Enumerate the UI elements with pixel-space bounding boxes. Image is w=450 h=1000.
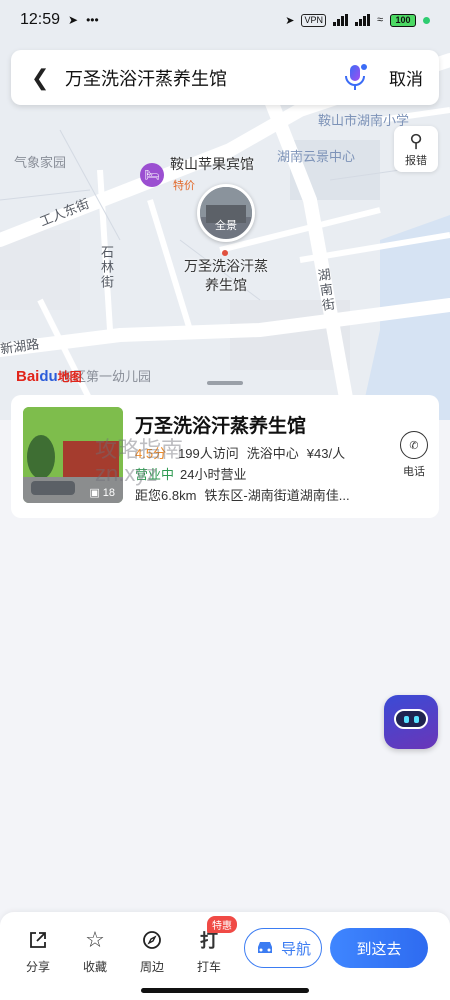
car-icon <box>257 942 272 953</box>
map-pin-x-icon: ⚲ <box>409 131 423 151</box>
taxi-button[interactable]: 打 打车 <box>187 928 231 975</box>
distance: 距您6.8km <box>135 488 197 503</box>
photo-count-value: 18 <box>102 486 115 499</box>
nearby-label: 周边 <box>139 960 164 974</box>
favorite-label: 收藏 <box>82 960 107 974</box>
photo-count: ▣ 18 <box>89 486 115 500</box>
panorama-marker[interactable]: 全景 <box>197 184 255 242</box>
poi-map-name[interactable]: 万圣洗浴汗蒸养生馆 <box>180 257 272 295</box>
share-button[interactable]: 分享 <box>16 928 60 975</box>
phone-icon: ✆ <box>400 431 428 459</box>
ai-assistant-icon[interactable] <box>384 695 438 749</box>
cancel-button[interactable]: 取消 <box>389 65 423 90</box>
location-dot-icon <box>222 250 228 256</box>
search-bar[interactable]: ❮ 万圣洗浴汗蒸养生馆 取消 <box>11 50 439 105</box>
go-here-label: 到这去 <box>356 940 402 958</box>
map-label-community: 湖南云景中心 <box>277 149 356 164</box>
hotel-poi-name[interactable]: 鞍山苹果宾馆 <box>170 154 254 174</box>
promo-badge: 特惠 <box>207 916 237 933</box>
more-icon: ••• <box>86 13 99 27</box>
signal-icon-2 <box>354 14 370 26</box>
logo-paw: du <box>39 368 58 385</box>
phone-button[interactable]: ✆ 电话 <box>396 431 432 479</box>
bottom-action-bar: 分享 ☆ 收藏 周边 打 打车 特惠 导航 到这去 <box>0 912 450 1000</box>
share-icon <box>16 928 60 952</box>
hours: 24小时营业 <box>180 467 247 482</box>
result-hours: 营业中 24小时营业 <box>135 464 246 483</box>
status-bar: 12:59 ➤ ••• ➤ VPN ≈ 100 <box>0 0 450 40</box>
address: 铁东区-湖南街道湖南佳... <box>204 488 350 503</box>
panorama-label: 全景 <box>215 220 237 232</box>
taxi-label: 打车 <box>196 960 221 974</box>
category: 洗浴中心 <box>246 446 299 461</box>
back-icon[interactable]: ❮ <box>31 65 57 91</box>
navigate-button[interactable]: 导航 <box>244 928 322 968</box>
result-title[interactable]: 万圣洗浴汗蒸养生馆 <box>135 411 306 438</box>
search-input[interactable]: 万圣洗浴汗蒸养生馆 <box>65 65 343 91</box>
logo-text: Bai <box>16 368 40 385</box>
nearby-button[interactable]: 周边 <box>130 928 174 975</box>
result-location: 距您6.8km 铁东区-湖南街道湖南佳... <box>135 485 350 504</box>
signal-icon <box>332 14 348 26</box>
go-here-button[interactable]: 到这去 <box>330 928 428 968</box>
open-status: 营业中 <box>135 467 175 482</box>
logo-suffix: 地图 <box>57 370 82 384</box>
favorite-button[interactable]: ☆ 收藏 <box>73 927 117 975</box>
voice-search-icon[interactable] <box>343 63 367 93</box>
report-error-label: 报错 <box>405 155 427 167</box>
map-label-school: 鞍山市湖南小学 <box>318 113 410 128</box>
share-label: 分享 <box>25 960 50 974</box>
telegram-icon: ➤ <box>68 13 79 27</box>
phone-label: 电话 <box>403 466 425 478</box>
price: ¥43/人 <box>306 446 346 461</box>
home-indicator[interactable] <box>141 988 309 993</box>
rating: 4.5分 <box>135 446 167 461</box>
location-arrow-icon: ➤ <box>285 14 295 27</box>
vpn-badge: VPN <box>301 13 326 27</box>
result-meta: 4.5分 199人访问 洗浴中心 ¥43/人 <box>135 443 345 462</box>
visits: 199人访问 <box>178 446 239 461</box>
baidu-map-logo: Baidu地图 <box>16 368 82 385</box>
poi-photo[interactable]: ▣ 18 <box>23 407 123 503</box>
report-error-button[interactable]: ⚲ 报错 <box>394 126 438 172</box>
camera-icon: ▣ <box>89 487 100 499</box>
privacy-indicator-icon <box>423 16 430 24</box>
map-label-street-shilin: 石林街 <box>99 245 114 290</box>
wifi-icon: ≈ <box>376 14 383 26</box>
star-icon: ☆ <box>85 927 105 952</box>
sheet-drag-handle[interactable] <box>207 381 243 385</box>
battery-icon: 100 <box>390 13 416 27</box>
hotel-bed-icon[interactable]: 🛏 <box>140 163 164 187</box>
navigate-label: 导航 <box>280 940 311 958</box>
result-card[interactable]: ▣ 18 万圣洗浴汗蒸养生馆 4.5分 199人访问 洗浴中心 ¥43/人 营业中 24… <box>11 395 439 518</box>
map-label-weather-park: 气象家园 <box>14 155 67 170</box>
status-time: 12:59 <box>20 11 61 28</box>
compass-icon <box>130 928 174 952</box>
hotel-poi-tag: 特价 <box>173 180 195 192</box>
